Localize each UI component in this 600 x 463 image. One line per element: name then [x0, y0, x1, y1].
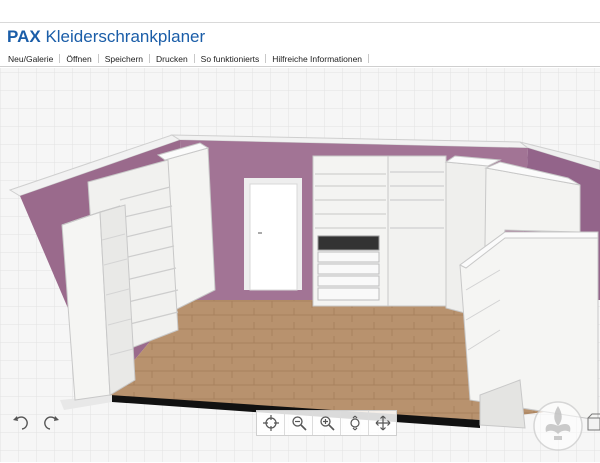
pan-view-button[interactable] — [369, 411, 396, 435]
menu-how-it-works[interactable]: So funktionierts — [197, 54, 264, 64]
room-scene — [0, 68, 600, 462]
menu-separator — [59, 54, 61, 63]
door-handle — [258, 232, 262, 234]
wardrobe-center-right — [387, 155, 447, 307]
top-spacer — [0, 0, 600, 22]
move-icon — [375, 415, 390, 431]
3d-viewport[interactable] — [0, 68, 600, 462]
menu-new-gallery[interactable]: Neu/Galerie — [4, 54, 57, 64]
view-cube-icon[interactable] — [584, 412, 600, 436]
door — [249, 183, 298, 291]
brand-bold: PAX — [7, 27, 41, 46]
menu-separator — [193, 54, 195, 63]
menu-separator — [368, 54, 370, 63]
rotate-icon — [349, 415, 360, 431]
menu-separator — [265, 54, 267, 63]
zoom-in-icon — [319, 416, 335, 431]
undo-icon[interactable] — [12, 414, 32, 432]
app-header: PAX Kleiderschrankplaner — [0, 23, 600, 51]
main-menu: Neu/Galerie Öffnen Speichern Drucken So … — [0, 51, 600, 67]
zoom-out-button[interactable] — [285, 411, 313, 435]
app-title: PAX Kleiderschrankplaner — [7, 27, 205, 47]
menu-print[interactable]: Drucken — [152, 54, 192, 64]
menu-separator — [149, 54, 151, 63]
menu-separator — [97, 54, 99, 63]
menu-save[interactable]: Speichern — [101, 54, 147, 64]
wardrobe-right-front — [459, 231, 599, 421]
brand-name: Kleiderschrankplaner — [45, 27, 206, 46]
view-toolbar — [256, 410, 397, 436]
crosshair-icon — [262, 415, 279, 431]
fleur-de-lis-watermark-icon — [533, 401, 583, 451]
menu-helpful-info[interactable]: Hilfreiche Informationen — [268, 54, 366, 64]
drawer-unit — [317, 251, 380, 301]
center-view-button[interactable] — [257, 411, 285, 435]
zoom-out-icon — [291, 416, 307, 431]
zoom-in-button[interactable] — [313, 411, 341, 435]
menu-open[interactable]: Öffnen — [62, 54, 95, 64]
rotate-view-button[interactable] — [341, 411, 369, 435]
redo-icon[interactable] — [40, 414, 60, 432]
drawer-unit-top — [317, 235, 380, 251]
